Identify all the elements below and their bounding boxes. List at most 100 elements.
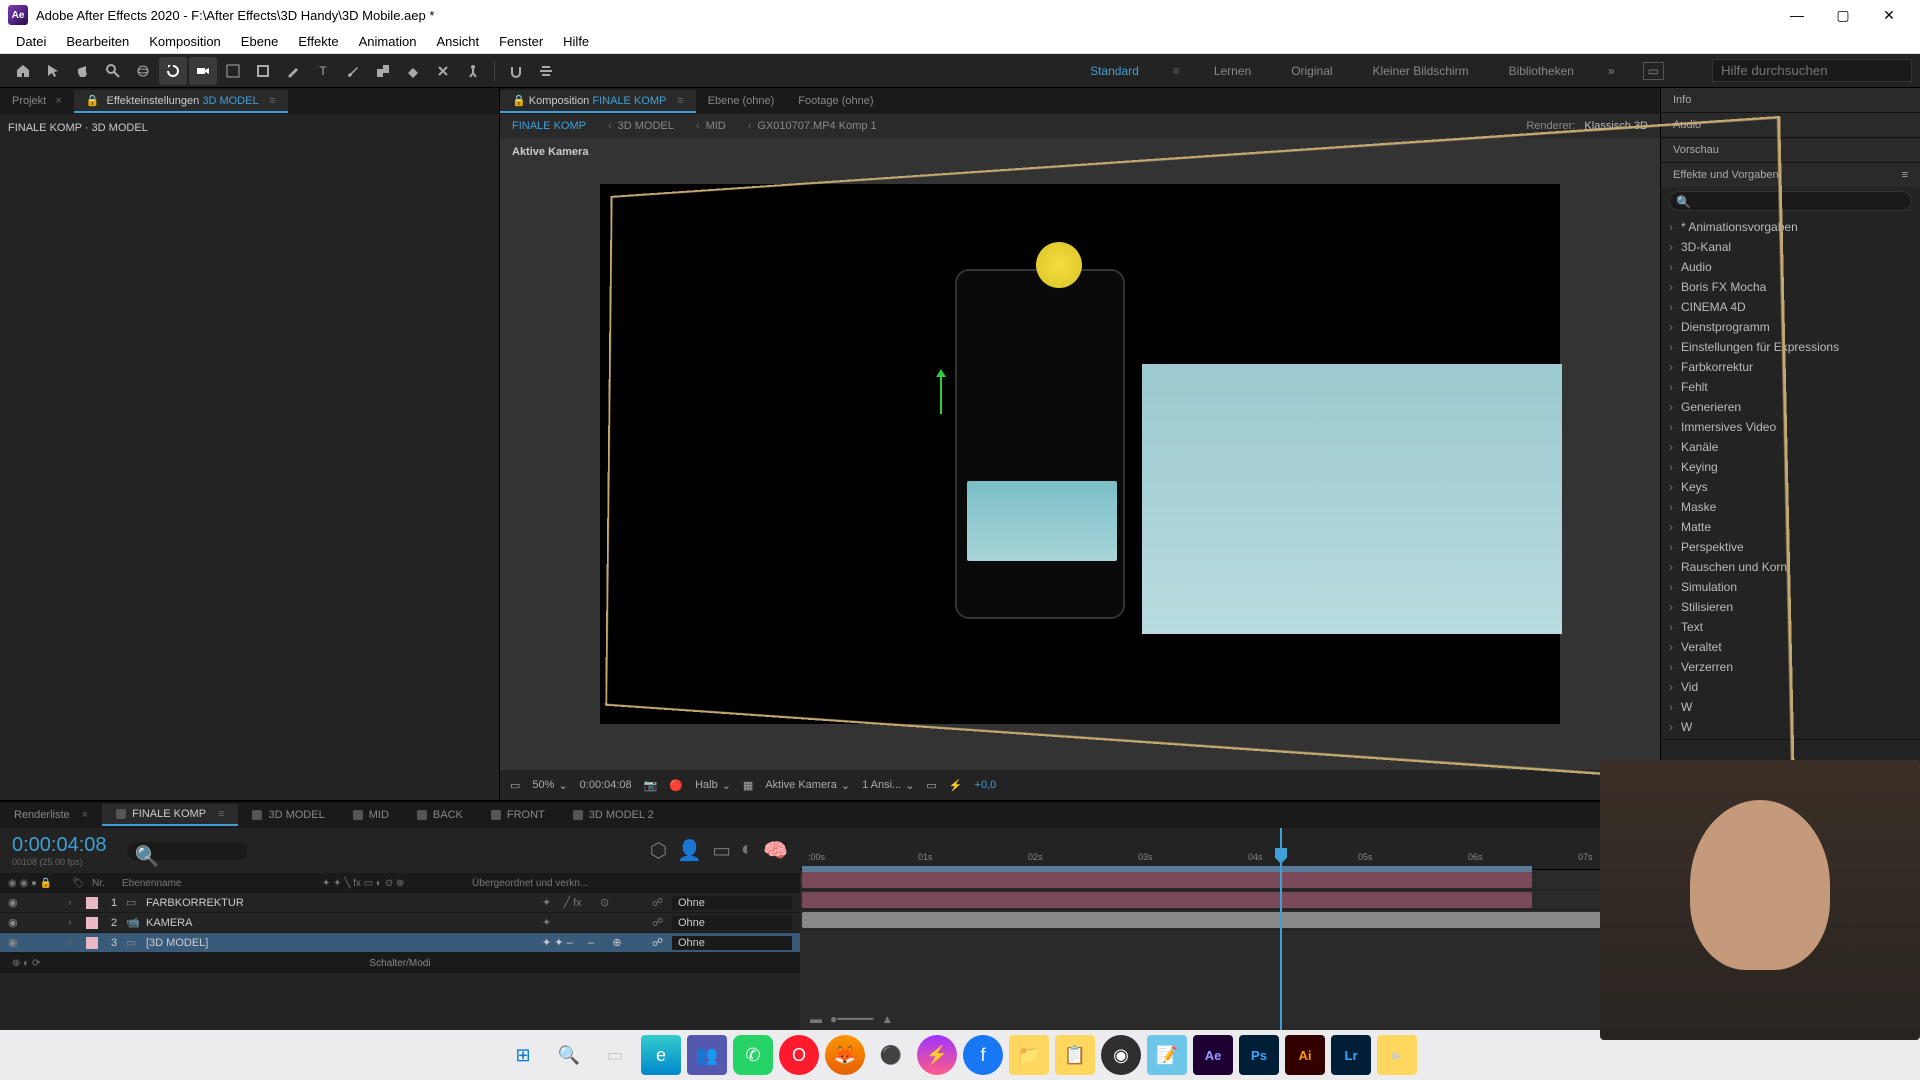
- taskbar-ai-icon[interactable]: Ai: [1285, 1035, 1325, 1075]
- taskbar-notes-icon[interactable]: 📋: [1055, 1035, 1095, 1075]
- menu-komposition[interactable]: Komposition: [139, 31, 231, 52]
- tab-3d-model[interactable]: 3D MODEL: [238, 805, 338, 825]
- menu-ebene[interactable]: Ebene: [231, 31, 289, 52]
- parent-dropdown[interactable]: Ohne: [672, 916, 792, 930]
- panel-menu-icon[interactable]: ≡: [1902, 169, 1908, 181]
- tab-renderliste[interactable]: Renderliste ×: [0, 805, 102, 825]
- close-button[interactable]: ✕: [1866, 0, 1912, 30]
- snap-tool[interactable]: [502, 57, 530, 85]
- timeline-graph-icon[interactable]: ⬡: [650, 838, 667, 863]
- tab-projekt[interactable]: Projekt ×: [0, 91, 74, 111]
- layer-bar[interactable]: [802, 892, 1532, 908]
- taskbar-ps-icon[interactable]: Ps: [1239, 1035, 1279, 1075]
- taskbar-ae-icon[interactable]: Ae: [1193, 1035, 1233, 1075]
- visibility-toggle[interactable]: ◉: [8, 916, 24, 929]
- timeline-timecode[interactable]: 0:00:04:08: [12, 834, 107, 857]
- taskbar-facebook-icon[interactable]: f: [963, 1035, 1003, 1075]
- taskbar-windows-icon[interactable]: ⊞: [503, 1035, 543, 1075]
- zoom-in-icon[interactable]: ▲: [881, 1012, 893, 1026]
- menu-animation[interactable]: Animation: [349, 31, 427, 52]
- help-search-input[interactable]: [1712, 59, 1912, 82]
- tab-ebene[interactable]: Ebene (ohne): [696, 91, 787, 111]
- taskbar-search-icon[interactable]: 🔍: [549, 1035, 589, 1075]
- workspace-overflow-icon[interactable]: »: [1608, 64, 1615, 78]
- taskbar-edge-icon[interactable]: e: [641, 1035, 681, 1075]
- taskbar-messenger-icon[interactable]: ⚡: [917, 1035, 957, 1075]
- layer-bar[interactable]: [802, 872, 1532, 888]
- menu-bearbeiten[interactable]: Bearbeiten: [56, 31, 139, 52]
- pixel-aspect-icon[interactable]: ▭: [926, 779, 936, 792]
- layer-row[interactable]: ◉ › 3 ▭ [3D MODEL] ✦ ✦ – – ⊕ ☍ Ohne: [0, 933, 800, 953]
- shape-tool[interactable]: [249, 57, 277, 85]
- workspace-kleiner[interactable]: Kleiner Bildschirm: [1367, 60, 1475, 82]
- home-tool[interactable]: [9, 57, 37, 85]
- menu-effekte[interactable]: Effekte: [288, 31, 348, 52]
- layer-row[interactable]: ◉ › 2 📹 KAMERA ✦ ☍ Ohne: [0, 913, 800, 933]
- workspace-original[interactable]: Original: [1285, 60, 1338, 82]
- menu-hilfe[interactable]: Hilfe: [553, 31, 599, 52]
- y-axis-gizmo[interactable]: [940, 374, 942, 414]
- timeline-motion-blur-icon[interactable]: ◐: [741, 838, 753, 863]
- transparency-grid-icon[interactable]: ▦: [743, 779, 753, 792]
- taskbar-notepad-icon[interactable]: 📝: [1147, 1035, 1187, 1075]
- taskbar-explorer-icon[interactable]: 📁: [1009, 1035, 1049, 1075]
- camera-tool[interactable]: [189, 57, 217, 85]
- parent-dropdown[interactable]: Ohne: [672, 896, 792, 910]
- hand-tool[interactable]: [69, 57, 97, 85]
- taskbar-opera-icon[interactable]: O: [779, 1035, 819, 1075]
- views-dropdown[interactable]: 1 Ansi... ⌄: [862, 779, 914, 792]
- tab-komposition[interactable]: 🔒 Komposition FINALE KOMP ≡: [500, 90, 696, 113]
- menu-datei[interactable]: Datei: [6, 31, 56, 52]
- panel-info[interactable]: Info: [1661, 88, 1920, 112]
- layer-bar[interactable]: [802, 912, 1662, 928]
- pen-tool[interactable]: [279, 57, 307, 85]
- roto-tool[interactable]: [429, 57, 457, 85]
- taskbar-taskview-icon[interactable]: ▭: [595, 1035, 635, 1075]
- layer-name[interactable]: [3D MODEL]: [140, 937, 542, 949]
- workspace-panel-icon[interactable]: ▭: [1643, 62, 1664, 80]
- text-tool[interactable]: T: [309, 57, 337, 85]
- taskbar-teams-icon[interactable]: 👥: [687, 1035, 727, 1075]
- workspace-lernen[interactable]: Lernen: [1208, 60, 1257, 82]
- breadcrumb-item[interactable]: 3D MODEL: [618, 120, 674, 132]
- y-axis-arrow-icon[interactable]: [936, 369, 946, 377]
- fast-previews-icon[interactable]: ⚡: [949, 779, 963, 792]
- layer-color-chip[interactable]: [86, 937, 98, 949]
- clone-tool[interactable]: [369, 57, 397, 85]
- breadcrumb-item[interactable]: MID: [706, 120, 726, 132]
- eraser-tool[interactable]: [399, 57, 427, 85]
- taskbar-firefox-icon[interactable]: 🦊: [825, 1035, 865, 1075]
- breadcrumb-item[interactable]: GX010707.MP4 Komp 1: [757, 120, 876, 132]
- resolution-dropdown[interactable]: Halb ⌄: [695, 779, 731, 792]
- tab-finale-komp[interactable]: FINALE KOMP ≡: [102, 804, 238, 826]
- tab-mid[interactable]: MID: [339, 805, 403, 825]
- puppet-tool[interactable]: [459, 57, 487, 85]
- composition-viewer[interactable]: Aktive Kamera: [500, 138, 1660, 770]
- tab-front[interactable]: FRONT: [477, 805, 559, 825]
- layer-color-chip[interactable]: [86, 917, 98, 929]
- visibility-toggle[interactable]: ◉: [8, 936, 24, 949]
- composition-canvas[interactable]: [600, 184, 1560, 724]
- menu-ansicht[interactable]: Ansicht: [426, 31, 489, 52]
- tab-back[interactable]: BACK: [403, 805, 477, 825]
- channel-icon[interactable]: 🔴: [669, 779, 683, 792]
- layer-color-chip[interactable]: [86, 897, 98, 909]
- breadcrumb-item[interactable]: FINALE KOMP: [512, 120, 586, 132]
- maximize-button[interactable]: ▢: [1820, 0, 1866, 30]
- zoom-dropdown[interactable]: 50% ⌄: [532, 779, 567, 792]
- rotation-tool[interactable]: [159, 57, 187, 85]
- taskbar-folder-icon[interactable]: ▸: [1377, 1035, 1417, 1075]
- taskbar-obs-icon[interactable]: ◉: [1101, 1035, 1141, 1075]
- exposure-value[interactable]: +0,0: [975, 779, 997, 791]
- viewer-timecode[interactable]: 0:00:04:08: [580, 779, 632, 791]
- layer-row[interactable]: ◉ › 1 ▭ FARBKORREKTUR ✦ ╱ fx ⊙ ☍ Ohne: [0, 893, 800, 913]
- taskbar-lr-icon[interactable]: Lr: [1331, 1035, 1371, 1075]
- taskbar-app-icon[interactable]: ⚫: [871, 1035, 911, 1075]
- timeline-brain-icon[interactable]: 🧠: [763, 838, 788, 863]
- tab-3d-model-2[interactable]: 3D MODEL 2: [559, 805, 668, 825]
- timeline-shy-icon[interactable]: 👤: [677, 838, 702, 863]
- brush-tool[interactable]: [339, 57, 367, 85]
- pan-behind-tool[interactable]: [219, 57, 247, 85]
- workspace-standard[interactable]: Standard: [1084, 60, 1145, 82]
- tab-effekteinstellungen[interactable]: 🔒 Effekteinstellungen 3D MODEL ≡: [74, 90, 288, 113]
